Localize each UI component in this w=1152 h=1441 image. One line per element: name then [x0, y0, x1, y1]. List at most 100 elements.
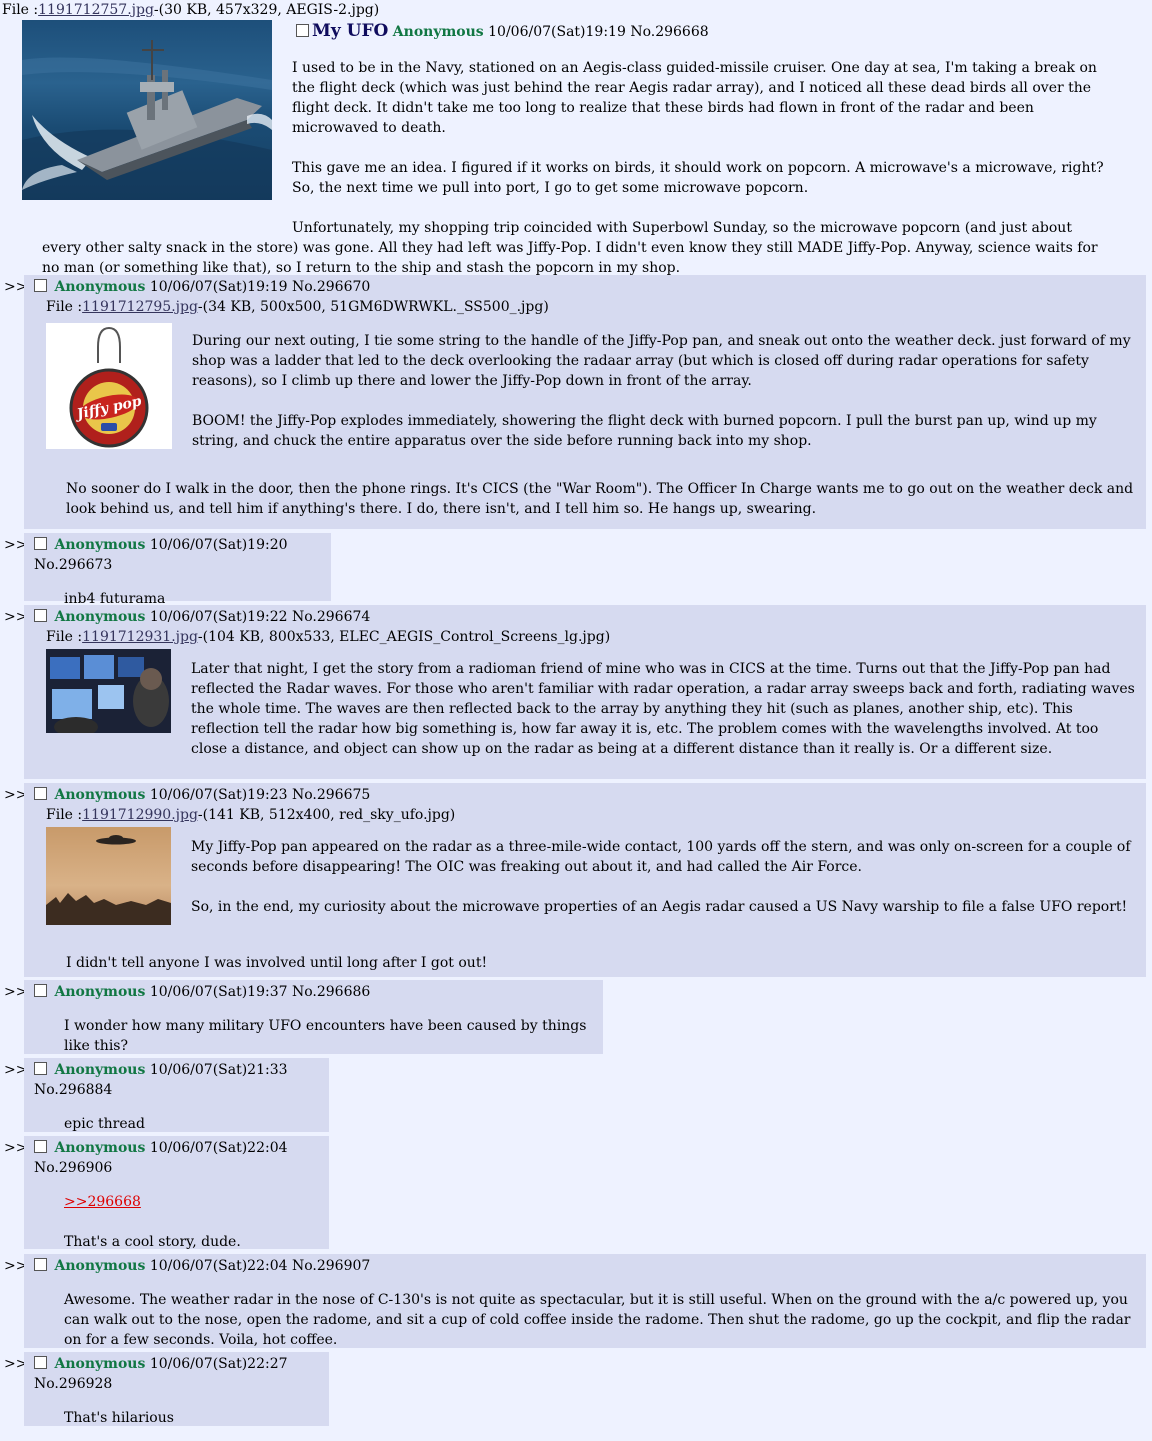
- reply-message: >>296668 That's a cool story, dude.: [64, 1192, 321, 1252]
- reply-message: Later that night, I get the story from a…: [30, 659, 1138, 759]
- reply-post: Anonymous 10/06/07(Sat)21:33 No.296884 e…: [24, 1058, 329, 1132]
- quote-link[interactable]: >>296668: [64, 1194, 141, 1210]
- reply-post-number[interactable]: No.296884: [34, 1082, 112, 1098]
- reply-delete-checkbox[interactable]: [34, 984, 47, 997]
- reply-paragraph: I didn't tell anyone I was involved unti…: [66, 955, 488, 971]
- reply-header: Anonymous 10/06/07(Sat)19:23 No.296675: [34, 785, 1138, 805]
- reply-poster-name: Anonymous: [54, 787, 146, 803]
- reply-poster-name: Anonymous: [54, 537, 146, 553]
- reply-post-number[interactable]: No.296670: [292, 279, 370, 295]
- reply-header: Anonymous 10/06/07(Sat)19:22 No.296674: [34, 607, 1138, 627]
- reply-paragraph: That's a cool story, dude.: [64, 1234, 241, 1250]
- file-link[interactable]: 1191712795.jpg: [82, 299, 198, 315]
- reply-message: I wonder how many military UFO encounter…: [64, 1016, 595, 1056]
- reply-header: Anonymous 10/06/07(Sat)22:04 No.296907: [34, 1256, 1138, 1276]
- reply-datetime: 10/06/07(Sat)19:37: [149, 984, 288, 1000]
- file-prefix: File :: [46, 629, 83, 645]
- reply-datetime: 10/06/07(Sat)22:04: [149, 1258, 288, 1274]
- reply-post-number[interactable]: No.296907: [292, 1258, 370, 1274]
- reply-post: Anonymous 10/06/07(Sat)22:04 No.296906 >…: [24, 1136, 329, 1252]
- op-file-meta: -(30 KB, 457x329, AEGIS-2.jpg): [153, 2, 380, 18]
- op-message: I used to be in the Navy, stationed on a…: [42, 58, 1114, 298]
- file-prefix: File :: [46, 299, 83, 315]
- reply-message: That's hilarious: [64, 1408, 321, 1428]
- thumbnail-jiffy-pop[interactable]: Jiffy pop: [46, 323, 172, 455]
- reply-delete-checkbox[interactable]: [34, 1062, 47, 1075]
- reply-delete-checkbox[interactable]: [34, 279, 47, 292]
- reply-message-continued: No sooner do I walk in the door, then th…: [66, 459, 1138, 519]
- thumbnail-control-room[interactable]: [46, 649, 171, 739]
- reply-post: Anonymous 10/06/07(Sat)19:37 No.296686 I…: [24, 980, 603, 1054]
- reply-paragraph: So, in the end, my curiosity about the m…: [191, 899, 1128, 915]
- reply-poster-name: Anonymous: [54, 609, 146, 625]
- op-header: My UFO Anonymous 10/06/07(Sat)19:19 No.2…: [296, 21, 709, 42]
- op-subject: My UFO: [312, 21, 389, 41]
- reply-file-info: File :1191712990.jpg-(141 KB, 512x400, r…: [46, 805, 1138, 825]
- reply-paragraph: epic thread: [64, 1116, 145, 1132]
- op-post-number[interactable]: No.296668: [630, 24, 708, 40]
- reply-paragraph: During our next outing, I tie some strin…: [192, 333, 1131, 389]
- op-file-link[interactable]: 1191712757.jpg: [38, 2, 154, 18]
- reply-poster-name: Anonymous: [54, 984, 146, 1000]
- reply-datetime: 10/06/07(Sat)19:22: [149, 609, 288, 625]
- reply-file-info: File :1191712931.jpg-(104 KB, 800x533, E…: [46, 627, 1138, 647]
- reply-delete-checkbox[interactable]: [34, 609, 47, 622]
- op-poster-name: Anonymous: [392, 24, 484, 40]
- reply-post-number[interactable]: No.296675: [292, 787, 370, 803]
- reply-post-number[interactable]: No.296674: [292, 609, 370, 625]
- reply-message: Awesome. The weather radar in the nose o…: [64, 1290, 1138, 1350]
- op-file-prefix: File :: [2, 2, 39, 18]
- file-meta: -(141 KB, 512x400, red_sky_ufo.jpg): [197, 807, 456, 823]
- op-datetime: 10/06/07(Sat)19:19: [488, 24, 626, 40]
- reply-paragraph: No sooner do I walk in the door, then th…: [66, 481, 1134, 517]
- reply-poster-name: Anonymous: [54, 1062, 146, 1078]
- reply-header: Anonymous 10/06/07(Sat)22:27 No.296928: [34, 1354, 321, 1394]
- reply-delete-checkbox[interactable]: [34, 787, 47, 800]
- reply-delete-checkbox[interactable]: [34, 1356, 47, 1369]
- thumbnail-red-sky-ufo[interactable]: [46, 827, 171, 931]
- reply-header: Anonymous 10/06/07(Sat)19:19 No.296670: [34, 277, 1138, 297]
- reply-delete-checkbox[interactable]: [34, 1258, 47, 1271]
- file-meta: -(34 KB, 500x500, 51GM6DWRWKL._SS500_.jp…: [197, 299, 549, 315]
- reply-post: Anonymous 10/06/07(Sat)22:04 No.296907 A…: [24, 1254, 1146, 1348]
- reply-paragraph: My Jiffy-Pop pan appeared on the radar a…: [191, 839, 1131, 875]
- reply-post-number[interactable]: No.296686: [292, 984, 370, 1000]
- reply-poster-name: Anonymous: [54, 1140, 146, 1156]
- file-link[interactable]: 1191712990.jpg: [82, 807, 198, 823]
- reply-file-info: File :1191712795.jpg-(34 KB, 500x500, 51…: [46, 297, 1138, 317]
- reply-header: Anonymous 10/06/07(Sat)19:37 No.296686: [34, 982, 595, 1002]
- reply-paragraph: I wonder how many military UFO encounter…: [64, 1018, 587, 1054]
- reply-post: Anonymous 10/06/07(Sat)19:22 No.296674 F…: [24, 605, 1146, 779]
- reply-datetime: 10/06/07(Sat)21:33: [149, 1062, 288, 1078]
- op-delete-checkbox[interactable]: [296, 24, 309, 37]
- reply-datetime: 10/06/07(Sat)19:23: [149, 787, 288, 803]
- file-prefix: File :: [46, 807, 83, 823]
- reply-post-number[interactable]: No.296928: [34, 1376, 112, 1392]
- op-paragraph: I used to be in the Navy, stationed on a…: [292, 60, 1097, 136]
- file-link[interactable]: 1191712931.jpg: [82, 629, 198, 645]
- op-file-info: File :1191712757.jpg-(30 KB, 457x329, AE…: [2, 1, 379, 19]
- reply-post: Anonymous 10/06/07(Sat)19:19 No.296670 F…: [24, 275, 1146, 529]
- reply-post-number[interactable]: No.296673: [34, 557, 112, 573]
- reply-header: Anonymous 10/06/07(Sat)22:04 No.296906: [34, 1138, 321, 1178]
- reply-paragraph: That's hilarious: [64, 1410, 174, 1426]
- reply-post: Anonymous 10/06/07(Sat)19:23 No.296675 F…: [24, 783, 1146, 977]
- reply-delete-checkbox[interactable]: [34, 1140, 47, 1153]
- reply-datetime: 10/06/07(Sat)22:04: [149, 1140, 288, 1156]
- reply-post-number[interactable]: No.296906: [34, 1160, 112, 1176]
- op-paragraph: This gave me an idea. I figured if it wo…: [292, 160, 1104, 196]
- reply-paragraph: BOOM! the Jiffy-Pop explodes immediately…: [192, 413, 1097, 449]
- file-meta: -(104 KB, 800x533, ELEC_AEGIS_Control_Sc…: [197, 629, 611, 645]
- reply-datetime: 10/06/07(Sat)19:19: [149, 279, 288, 295]
- reply-paragraph: Later that night, I get the story from a…: [191, 661, 1135, 757]
- reply-message: My Jiffy-Pop pan appeared on the radar a…: [30, 837, 1138, 917]
- reply-poster-name: Anonymous: [54, 279, 146, 295]
- reply-message-continued: I didn't tell anyone I was involved unti…: [66, 935, 1138, 973]
- reply-header: Anonymous 10/06/07(Sat)19:20 No.296673: [34, 535, 323, 575]
- reply-message: During our next outing, I tie some strin…: [30, 331, 1138, 451]
- reply-datetime: 10/06/07(Sat)22:27: [149, 1356, 288, 1372]
- reply-poster-name: Anonymous: [54, 1356, 146, 1372]
- op-paragraph: Unfortunately, my shopping trip coincide…: [42, 220, 1098, 276]
- reply-delete-checkbox[interactable]: [34, 537, 47, 550]
- reply-post: Anonymous 10/06/07(Sat)22:27 No.296928 T…: [24, 1352, 329, 1426]
